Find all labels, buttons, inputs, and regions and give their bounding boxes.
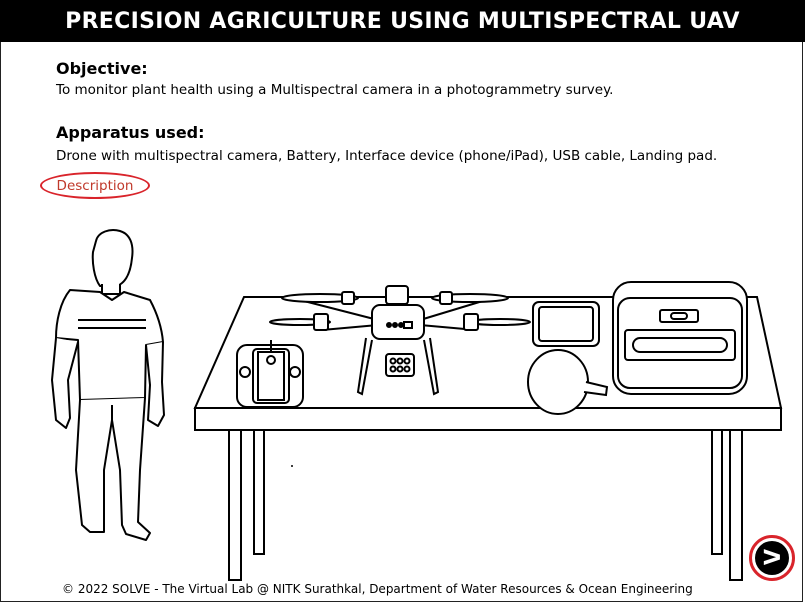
person-illustration [51,229,165,541]
lab-scene [51,229,783,581]
remote-controller-illustration [236,340,304,408]
speck-dot [291,465,293,467]
footer-copyright: © 2022 SOLVE - The Virtual Lab @ NITK Su… [62,582,693,596]
next-button[interactable]: ᐳ [749,535,795,581]
next-arrow-icon: ᐳ [755,541,789,575]
drone-case-illustration [612,281,748,395]
tablet-illustration [532,301,600,347]
